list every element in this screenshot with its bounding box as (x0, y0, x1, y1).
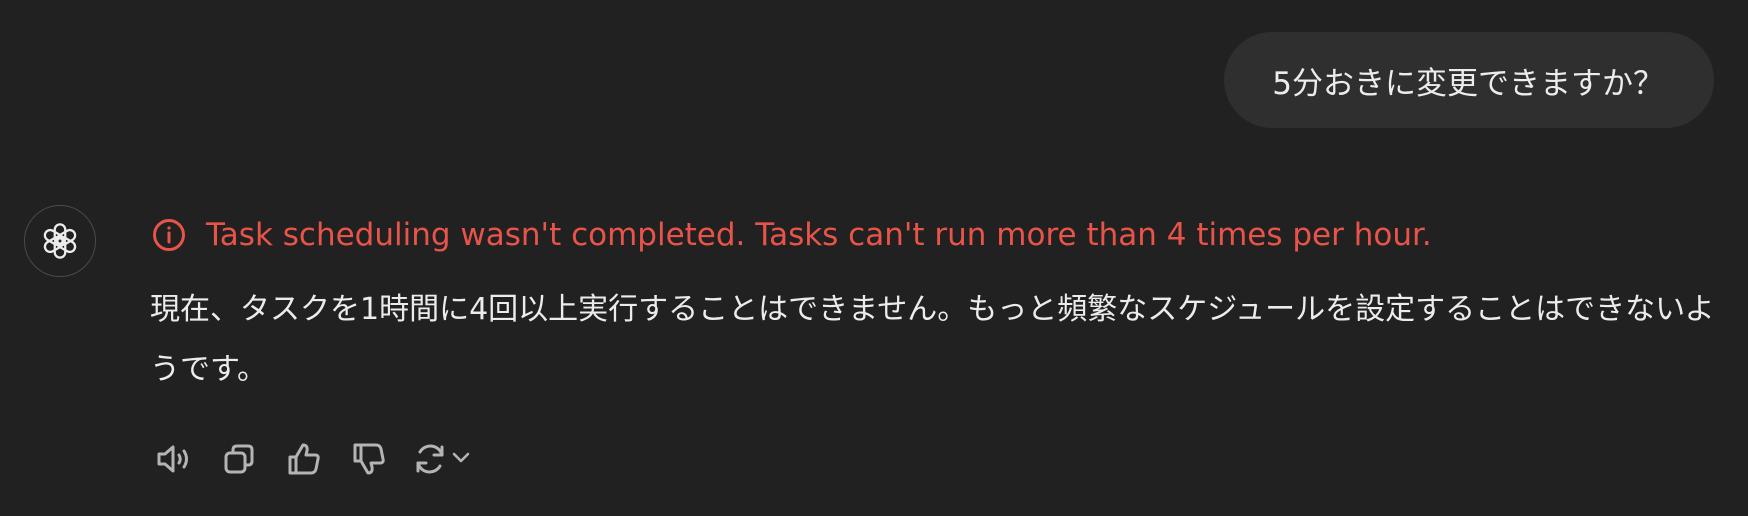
info-circle-icon (152, 218, 186, 252)
read-aloud-button[interactable] (150, 435, 198, 483)
thumbs-down-icon (350, 440, 388, 478)
speaker-icon (154, 439, 194, 479)
regenerate-icon (410, 435, 450, 483)
bad-response-button[interactable] (345, 435, 393, 483)
good-response-button[interactable] (280, 435, 328, 483)
chevron-down-icon (450, 446, 472, 472)
message-action-bar (150, 435, 472, 483)
user-message-bubble: 5分おきに変更できますか？ (1224, 32, 1714, 128)
assistant-message-text: 現在、タスクを1時間に4回以上実行することはできません。もっと頻繁なスケジュール… (150, 292, 1715, 387)
copy-button[interactable] (215, 435, 263, 483)
assistant-avatar (24, 205, 96, 277)
user-message-text: 5分おきに変更できますか？ (1272, 65, 1664, 102)
task-error-notice: Task scheduling wasn't completed. Tasks … (152, 212, 1432, 258)
thumbs-up-icon (285, 440, 323, 478)
regenerate-button[interactable] (410, 435, 472, 483)
copy-icon (220, 440, 258, 478)
error-message-text: Task scheduling wasn't completed. Tasks … (206, 217, 1432, 253)
openai-logo-icon (39, 220, 81, 262)
